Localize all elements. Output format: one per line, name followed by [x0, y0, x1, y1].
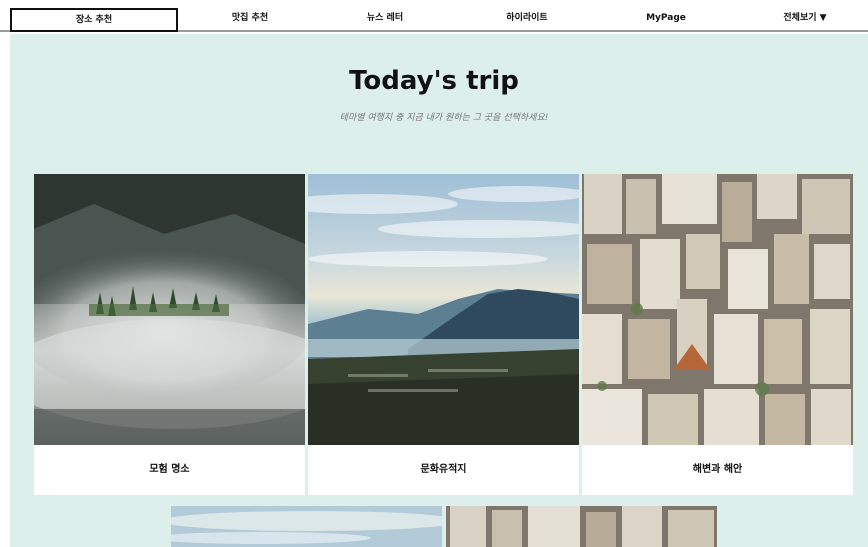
foggy-mountain-image [34, 174, 305, 445]
card-partial-right[interactable] [446, 506, 717, 547]
card-label: 해변과 해안 [692, 464, 743, 475]
city-rooftops-image [446, 506, 717, 547]
nav-item-mypage[interactable]: MyPage [616, 8, 716, 32]
card-photo [582, 174, 853, 445]
nav-item-label: MyPage [646, 13, 686, 23]
top-nav: 장소 추천 맛집 추천 뉴스 레터 하이라이트 MyPage 전체보기 ▼ [0, 0, 868, 32]
card-coast[interactable]: 해변과 해안 [582, 174, 853, 495]
nav-item-view-all[interactable]: 전체보기 ▼ [755, 8, 855, 32]
card-adventure[interactable]: 모험 명소 [34, 174, 305, 495]
card-label: 문화유적지 [420, 464, 467, 475]
valley-sky-image [171, 506, 442, 547]
nav-item-label: 뉴스 레터 [366, 13, 404, 23]
nav-item-label: 맛집 추천 [231, 13, 269, 23]
page-subtitle: 테마별 여행지 중 지금 내가 원하는 그 곳을 선택하세요! [339, 113, 549, 123]
nav-item-highlight[interactable]: 하이라이트 [477, 8, 577, 32]
card-photo [308, 174, 579, 445]
card-heritage[interactable]: 문화유적지 [308, 174, 579, 495]
nav-item-newsletter[interactable]: 뉴스 레터 [335, 8, 435, 32]
nav-item-restaurants[interactable]: 맛집 추천 [200, 8, 300, 32]
card-partial-left[interactable] [171, 506, 442, 547]
city-buildings-image [582, 174, 853, 445]
nav-item-label: 전체보기 ▼ [783, 13, 827, 23]
mountain-valley-image [308, 186, 579, 445]
card-photo [34, 174, 305, 445]
card-label: 모험 명소 [149, 464, 190, 475]
page-title: Today's trip [349, 66, 519, 96]
nav-item-places[interactable]: 장소 추천 [10, 8, 178, 32]
nav-item-label: 장소 추천 [75, 15, 113, 25]
nav-item-label: 하이라이트 [506, 13, 548, 23]
